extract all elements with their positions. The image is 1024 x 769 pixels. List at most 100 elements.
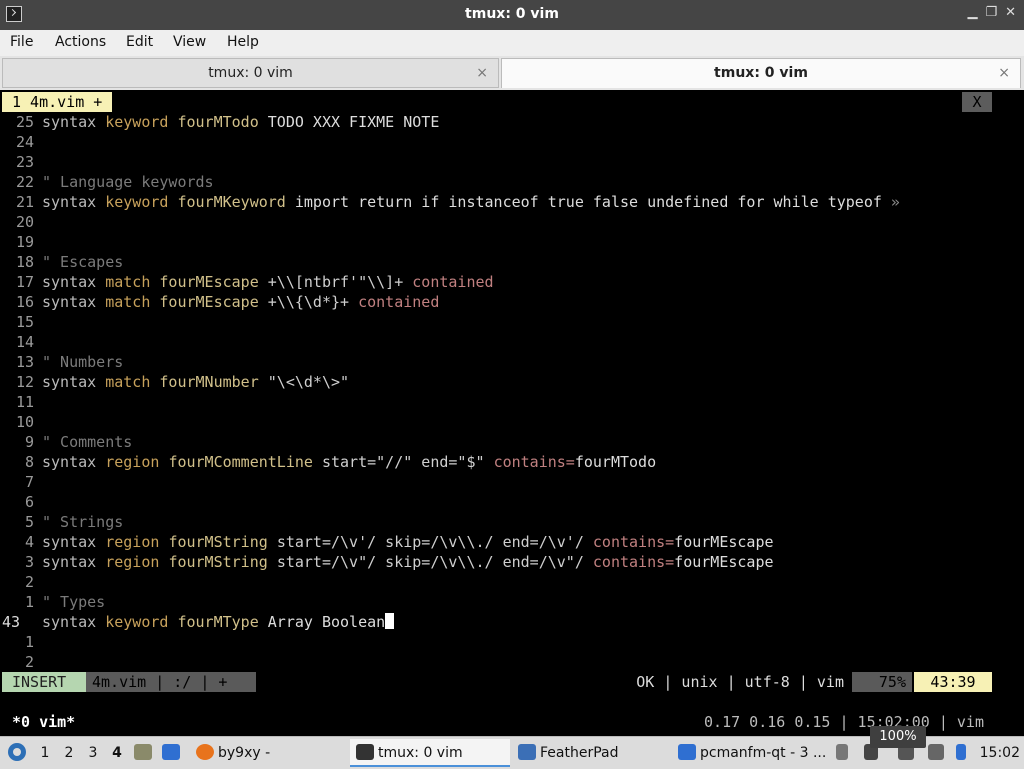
task-label: FeatherPad bbox=[540, 745, 619, 761]
code-line[interactable]: 11 bbox=[0, 392, 42, 412]
menu-file[interactable]: File bbox=[10, 34, 33, 50]
code-token: syntax bbox=[42, 373, 106, 391]
code-token: syntax bbox=[42, 193, 106, 211]
line-number: 6 bbox=[24, 493, 34, 511]
code-line[interactable]: 13 " Numbers bbox=[0, 352, 123, 372]
terminal-area[interactable]: 1 4m.vim + X 25 syntax keyword fourMTodo … bbox=[0, 90, 1024, 736]
code-token: region bbox=[105, 453, 169, 471]
code-line[interactable]: 16 syntax match fourMEscape +\\{\d*}+ con… bbox=[0, 292, 439, 312]
code-token: fourMString bbox=[168, 553, 277, 571]
code-line[interactable]: 25 syntax keyword fourMTodo TODO XXX FIXM… bbox=[0, 112, 439, 132]
tray-clipboard-icon[interactable] bbox=[836, 737, 852, 769]
tab-label: tmux: 0 vim bbox=[714, 65, 808, 81]
close-window-button[interactable]: ✕ bbox=[1005, 5, 1016, 20]
menu-edit[interactable]: Edit bbox=[126, 34, 153, 50]
code-token: contained bbox=[412, 273, 494, 291]
code-line[interactable]: 20 bbox=[0, 212, 42, 232]
code-token: fourMNumber bbox=[159, 373, 268, 391]
task-featherpad[interactable]: FeatherPad bbox=[512, 739, 668, 767]
volume-tooltip: 100% bbox=[870, 726, 926, 748]
code-token: fourMEscape bbox=[159, 293, 268, 311]
menu-view[interactable]: View bbox=[173, 34, 206, 50]
maximize-button[interactable]: ❐ bbox=[985, 5, 997, 20]
line-number: 14 bbox=[15, 333, 34, 351]
desktop-icon bbox=[162, 744, 180, 760]
code-line[interactable]: 3 syntax region fourMString start=/\v"/ s… bbox=[0, 552, 774, 572]
show-desktop-button[interactable] bbox=[134, 737, 156, 769]
firefox-icon bbox=[196, 744, 214, 760]
tray-bluetooth-icon[interactable] bbox=[956, 737, 970, 769]
start-menu-button[interactable] bbox=[6, 737, 28, 769]
tab-2[interactable]: tmux: 0 vim × bbox=[501, 58, 1021, 88]
task-tmux[interactable]: tmux: 0 vim bbox=[350, 739, 510, 767]
close-tab-icon[interactable]: × bbox=[998, 59, 1010, 87]
task-pcmanfm[interactable]: pcmanfm-qt - 3 ... bbox=[672, 739, 830, 767]
line-number: 13 bbox=[15, 353, 34, 371]
code-line[interactable]: 18 " Escapes bbox=[0, 252, 123, 272]
vim-close-tab-button[interactable]: X bbox=[962, 92, 992, 112]
code-line[interactable]: 12 syntax match fourMNumber "\<\d*\>" bbox=[0, 372, 349, 392]
desktop-icon-button[interactable] bbox=[162, 737, 184, 769]
code-token: " Types bbox=[42, 593, 106, 611]
tmux-window[interactable]: *0 vim* bbox=[12, 710, 75, 734]
line-number: 25 bbox=[15, 113, 34, 131]
code-token: +\\{\d*}+ bbox=[267, 293, 359, 311]
vim-buffer-tab[interactable]: 1 4m.vim + bbox=[2, 92, 113, 112]
code-line[interactable]: 17 syntax match fourMEscape +\\[ntbrf'"\\… bbox=[0, 272, 494, 292]
code-line[interactable]: 24 bbox=[0, 132, 42, 152]
menu-bar: File Actions Edit View Help bbox=[0, 30, 1024, 57]
code-token: keyword bbox=[105, 613, 178, 631]
code-line[interactable]: 15 bbox=[0, 312, 42, 332]
tray-display-icon[interactable] bbox=[928, 737, 948, 769]
code-line[interactable]: 21 syntax keyword fourMKeyword import ret… bbox=[0, 192, 900, 212]
code-line[interactable]: 9 " Comments bbox=[0, 432, 132, 452]
task-firefox[interactable]: by9xy - collabed... bbox=[190, 739, 346, 767]
code-line[interactable]: 2 bbox=[0, 572, 42, 592]
code-line[interactable]: 23 bbox=[0, 152, 42, 172]
code-line[interactable]: 43 syntax keyword fourMType Array Boolean bbox=[0, 612, 395, 632]
vim-percent: 75% bbox=[852, 672, 912, 692]
code-line[interactable]: 8 syntax region fourMCommentLine start="/… bbox=[0, 452, 656, 472]
desktop-4[interactable]: 4 bbox=[110, 737, 124, 769]
code-token: " Strings bbox=[42, 513, 124, 531]
code-token: match bbox=[105, 293, 160, 311]
line-number: 17 bbox=[15, 273, 34, 291]
folder-icon bbox=[678, 744, 696, 760]
menu-actions[interactable]: Actions bbox=[55, 34, 106, 50]
task-label: tmux: 0 vim bbox=[378, 745, 463, 761]
code-token: fourMType bbox=[177, 613, 268, 631]
code-token: fourMEscape bbox=[674, 553, 774, 571]
code-token: " Numbers bbox=[42, 353, 124, 371]
code-token: syntax bbox=[42, 293, 106, 311]
code-line[interactable]: 19 bbox=[0, 232, 42, 252]
line-number: 5 bbox=[24, 513, 34, 531]
line-number: 2 bbox=[24, 653, 34, 671]
code-line[interactable]: 7 bbox=[0, 472, 42, 492]
clock[interactable]: 15:02 bbox=[980, 737, 1020, 769]
minimize-button[interactable]: ▁ bbox=[967, 5, 977, 20]
line-number: 12 bbox=[15, 373, 34, 391]
close-tab-icon[interactable]: × bbox=[476, 59, 488, 87]
code-line[interactable]: 10 bbox=[0, 412, 42, 432]
menu-help[interactable]: Help bbox=[227, 34, 259, 50]
tab-label: tmux: 0 vim bbox=[208, 65, 293, 81]
desktop-1[interactable]: 1 bbox=[38, 737, 52, 769]
vim-statusline: INSERT 4m.vim | :/ | + OK | unix | utf-8… bbox=[0, 672, 1024, 692]
code-line[interactable]: 5 " Strings bbox=[0, 512, 123, 532]
desktop-2[interactable]: 2 bbox=[62, 737, 76, 769]
code-line[interactable]: 14 bbox=[0, 332, 42, 352]
code-line[interactable]: 1 bbox=[0, 632, 42, 652]
code-token: match bbox=[105, 373, 160, 391]
code-token: "\<\d*\>" bbox=[267, 373, 350, 391]
tab-1[interactable]: tmux: 0 vim × bbox=[2, 58, 499, 88]
code-line[interactable]: 4 syntax region fourMString start=/\v'/ s… bbox=[0, 532, 774, 552]
code-line[interactable]: 1 " Types bbox=[0, 592, 105, 612]
code-line[interactable]: 6 bbox=[0, 492, 42, 512]
code-token: TODO XXX FIXME NOTE bbox=[267, 113, 440, 131]
code-line[interactable]: 22 " Language keywords bbox=[0, 172, 214, 192]
code-line[interactable]: 2 bbox=[0, 652, 42, 672]
code-token: fourMCommentLine bbox=[168, 453, 322, 471]
code-token: syntax bbox=[42, 553, 106, 571]
desktop-3[interactable]: 3 bbox=[86, 737, 100, 769]
code-token: import return if instanceof true false u… bbox=[294, 193, 891, 211]
